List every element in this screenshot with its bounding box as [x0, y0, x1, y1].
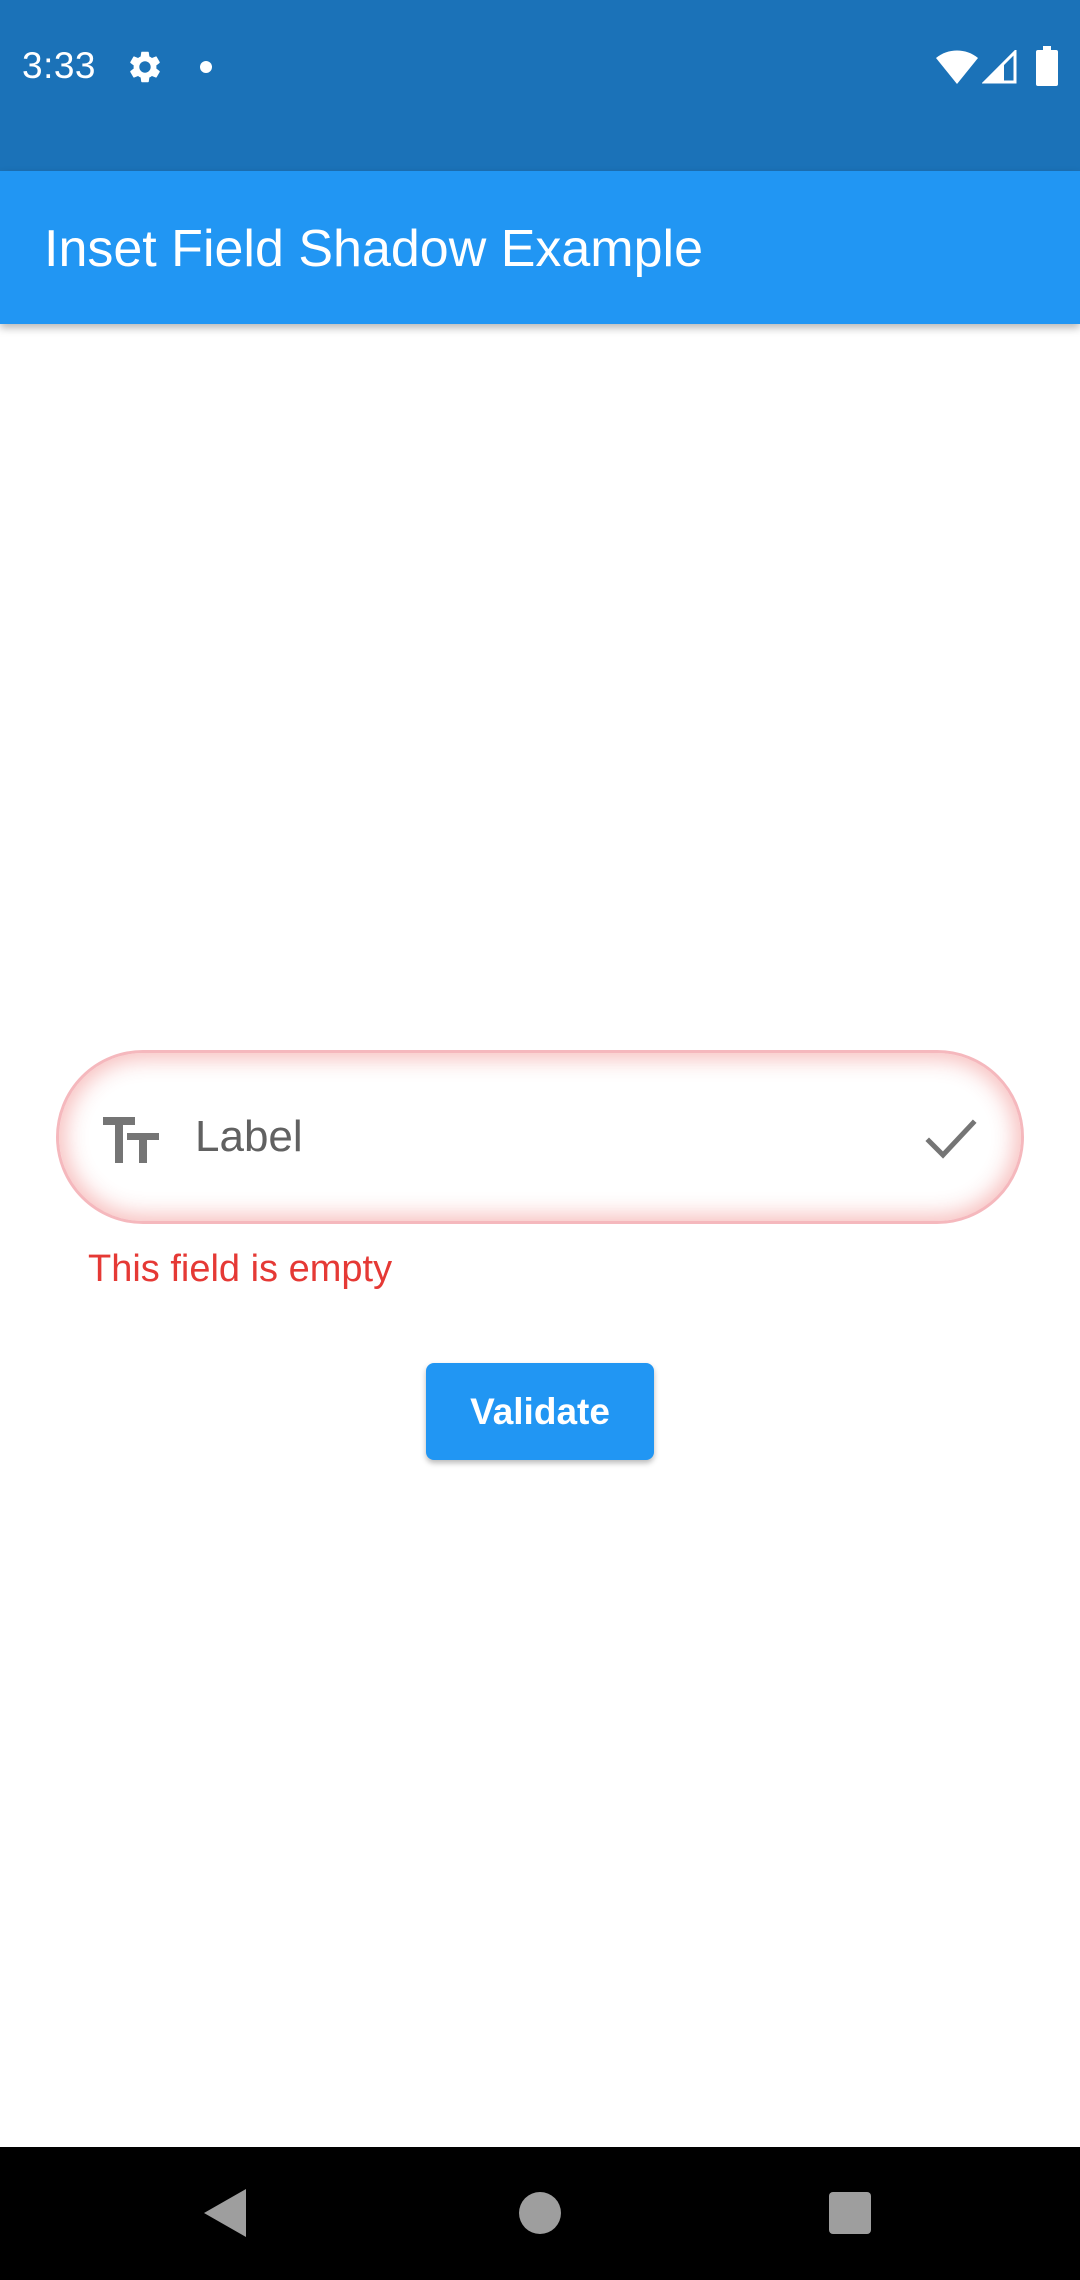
label-text-field[interactable]	[56, 1050, 1024, 1224]
recents-icon[interactable]	[829, 2192, 871, 2234]
status-bar: 3:33	[0, 0, 1080, 171]
wifi-icon	[936, 50, 978, 84]
navigation-bar	[0, 2147, 1080, 2280]
notification-dot-icon	[200, 61, 212, 73]
check-icon	[925, 1119, 977, 1159]
page-title: Inset Field Shadow Example	[44, 220, 704, 278]
app-bar: Inset Field Shadow Example	[0, 171, 1080, 324]
gear-icon	[130, 51, 160, 83]
home-icon[interactable]	[519, 2192, 561, 2234]
field-error-text: This field is empty	[88, 1248, 393, 1290]
back-icon[interactable]	[204, 2189, 246, 2237]
label-input[interactable]	[195, 1097, 855, 1177]
cell-signal-icon	[982, 50, 1017, 84]
validate-button[interactable]: Validate	[426, 1363, 654, 1460]
battery-icon	[1036, 46, 1058, 86]
status-time: 3:33	[22, 45, 97, 86]
text-fields-icon	[103, 1117, 159, 1163]
